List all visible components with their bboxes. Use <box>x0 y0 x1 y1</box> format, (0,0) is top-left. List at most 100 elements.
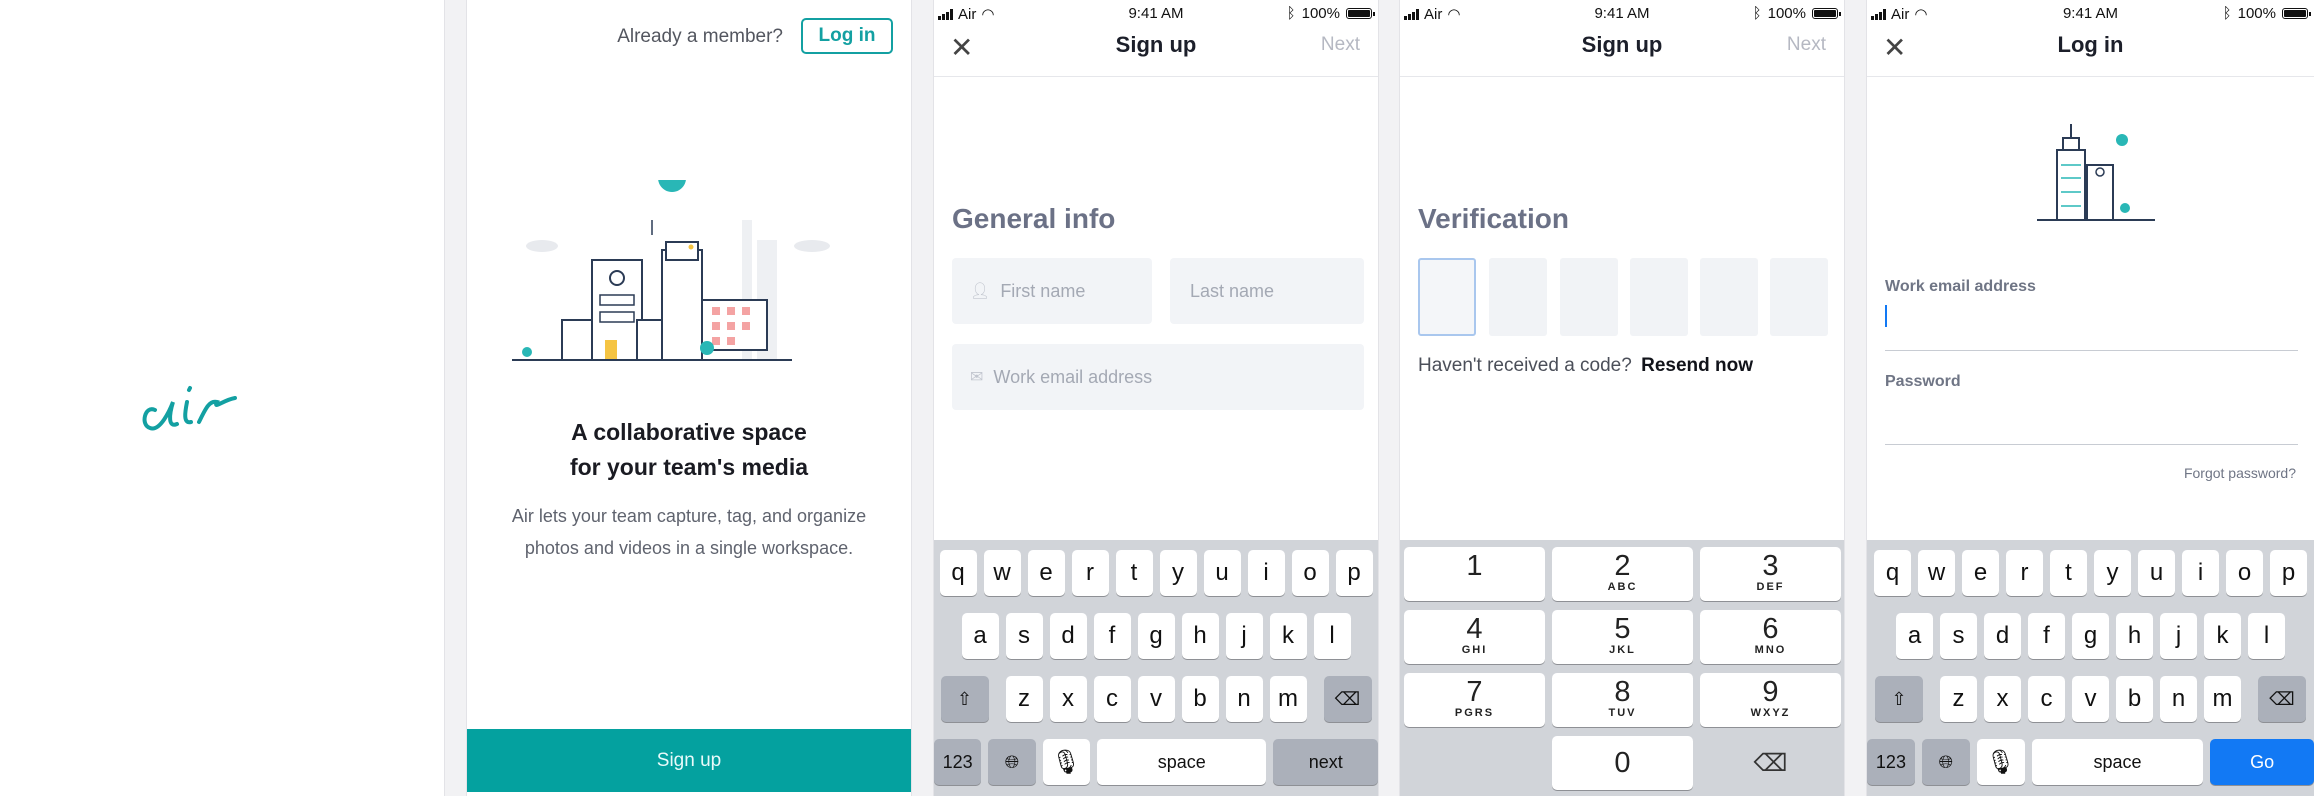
key[interactable]: f <box>1093 613 1131 659</box>
key[interactable]: d <box>1984 613 2021 659</box>
bluetooth-icon: ᛒ <box>2222 5 2232 22</box>
backspace-icon[interactable]: ⌫ <box>1323 676 1372 722</box>
password-underline <box>1885 444 2298 445</box>
key[interactable]: g <box>1137 613 1175 659</box>
key[interactable]: v <box>2072 676 2109 722</box>
go-key[interactable]: Go <box>2210 739 2314 785</box>
globe-icon[interactable]: 🌐︎ <box>988 739 1036 785</box>
key[interactable]: m <box>2204 676 2241 722</box>
code-digit-input[interactable] <box>1560 258 1618 336</box>
key[interactable]: d <box>1049 613 1087 659</box>
key[interactable]: w <box>1918 550 1955 596</box>
key[interactable]: f <box>2028 613 2065 659</box>
numpad-key-9[interactable]: 9 WXYZ <box>1700 673 1841 727</box>
code-digit-input[interactable] <box>1418 258 1476 336</box>
key[interactable]: x <box>1049 676 1087 722</box>
key[interactable]: o <box>2226 550 2263 596</box>
key[interactable]: p <box>1335 550 1373 596</box>
password-input[interactable] <box>1885 400 2298 444</box>
next-button[interactable]: Next <box>1787 34 1826 56</box>
key[interactable]: s <box>1940 613 1977 659</box>
key[interactable]: c <box>1093 676 1131 722</box>
numpad-key-6[interactable]: 6 MNO <box>1700 610 1841 664</box>
code-digit-input[interactable] <box>1489 258 1547 336</box>
space-key[interactable]: space <box>1096 739 1267 785</box>
signup-button[interactable]: Sign up <box>467 729 911 792</box>
backspace-icon[interactable]: ⌫ <box>1700 736 1841 790</box>
key[interactable]: l <box>1313 613 1351 659</box>
last-name-field[interactable]: Last name <box>1170 258 1364 324</box>
key[interactable]: n <box>2160 676 2197 722</box>
key[interactable]: r <box>1071 550 1109 596</box>
key[interactable]: z <box>1005 676 1043 722</box>
key[interactable]: c <box>2028 676 2065 722</box>
numpad-key-7[interactable]: 7 PGRS <box>1404 673 1545 727</box>
key[interactable]: x <box>1984 676 2021 722</box>
key[interactable]: v <box>1137 676 1175 722</box>
globe-icon[interactable]: 🌐︎ <box>1921 739 1970 785</box>
key[interactable]: k <box>1269 613 1307 659</box>
key[interactable]: y <box>2094 550 2131 596</box>
key[interactable]: u <box>1203 550 1241 596</box>
code-digit-input[interactable] <box>1630 258 1688 336</box>
numpad-key-0[interactable]: 0 <box>1552 736 1693 790</box>
key[interactable]: k <box>2204 613 2241 659</box>
key[interactable]: j <box>2160 613 2197 659</box>
key[interactable]: z <box>1940 676 1977 722</box>
key[interactable]: e <box>1962 550 1999 596</box>
numpad-key-5[interactable]: 5 JKL <box>1552 610 1693 664</box>
key[interactable]: s <box>1005 613 1043 659</box>
key[interactable]: g <box>2072 613 2109 659</box>
key[interactable]: b <box>1181 676 1219 722</box>
key[interactable]: q <box>1874 550 1911 596</box>
key[interactable]: n <box>1225 676 1263 722</box>
signup-general-screen: Air ◠ 9:41 AM ᛒ 100% ✕ Sign up Next Genera… <box>934 0 1378 796</box>
numbers-key[interactable]: 123 <box>934 739 982 785</box>
forgot-password-link[interactable]: Forgot password? <box>2184 465 2296 481</box>
key[interactable]: h <box>2116 613 2153 659</box>
space-key[interactable]: space <box>2031 739 2204 785</box>
next-button[interactable]: Next <box>1321 34 1360 56</box>
numpad-number: 1 <box>1466 550 1483 582</box>
numpad-letters: PGRS <box>1454 707 1495 719</box>
key[interactable]: a <box>961 613 999 659</box>
key[interactable]: m <box>1269 676 1307 722</box>
numpad-key-3[interactable]: 3 DEF <box>1700 547 1841 601</box>
key[interactable]: i <box>1247 550 1285 596</box>
key[interactable]: q <box>939 550 977 596</box>
login-button[interactable]: Log in <box>801 18 893 54</box>
key[interactable]: o <box>1291 550 1329 596</box>
email-input[interactable] <box>1885 305 1887 327</box>
key[interactable]: e <box>1027 550 1065 596</box>
keyboard: q w e r t y u i o p a s d f g h j k l ⇧ … <box>1867 540 2314 796</box>
numpad-key-1[interactable]: 1 <box>1404 547 1545 601</box>
next-key[interactable]: next <box>1273 739 1378 785</box>
key[interactable]: l <box>2248 613 2285 659</box>
email-field[interactable]: ✉ Work email address <box>952 344 1364 410</box>
numpad-key-2[interactable]: 2 ABC <box>1552 547 1693 601</box>
key[interactable]: t <box>1115 550 1153 596</box>
key[interactable]: h <box>1181 613 1219 659</box>
key[interactable]: r <box>2006 550 2043 596</box>
first-name-field[interactable]: 👤︎ First name <box>952 258 1152 324</box>
microphone-icon[interactable]: 🎙︎ <box>1042 739 1090 785</box>
key[interactable]: j <box>1225 613 1263 659</box>
shift-icon[interactable]: ⇧ <box>940 676 989 722</box>
key[interactable]: b <box>2116 676 2153 722</box>
numpad-key-4[interactable]: 4 GHI <box>1404 610 1545 664</box>
code-digit-input[interactable] <box>1700 258 1758 336</box>
microphone-icon[interactable]: 🎙︎ <box>1976 739 2025 785</box>
shift-icon[interactable]: ⇧ <box>1875 676 1923 722</box>
backspace-icon[interactable]: ⌫ <box>2258 676 2306 722</box>
key[interactable]: w <box>983 550 1021 596</box>
code-digit-input[interactable] <box>1770 258 1828 336</box>
key[interactable]: i <box>2182 550 2219 596</box>
key[interactable]: y <box>1159 550 1197 596</box>
resend-link[interactable]: Resend now <box>1641 355 1753 376</box>
key[interactable]: t <box>2050 550 2087 596</box>
numbers-key[interactable]: 123 <box>1867 739 1915 785</box>
key[interactable]: a <box>1896 613 1933 659</box>
key[interactable]: p <box>2270 550 2307 596</box>
numpad-key-8[interactable]: 8 TUV <box>1552 673 1693 727</box>
key[interactable]: u <box>2138 550 2175 596</box>
